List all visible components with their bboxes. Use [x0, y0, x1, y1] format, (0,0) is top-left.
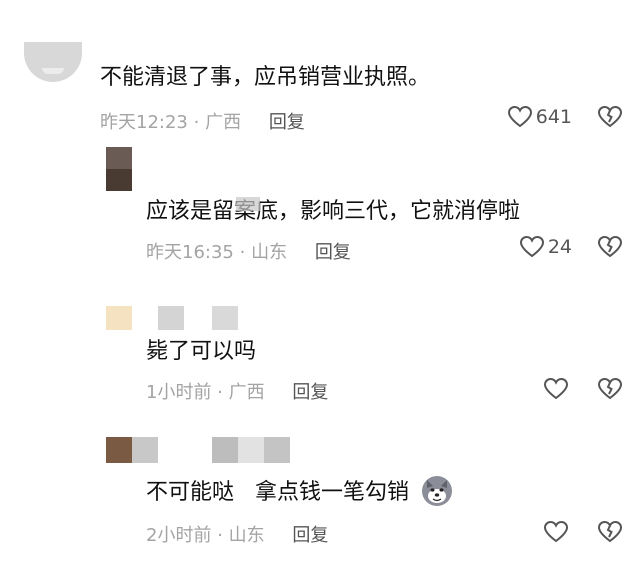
avatar[interactable] [106, 437, 132, 463]
comment-meta: 1小时前 · 广西 回复 [146, 378, 328, 404]
reply-button[interactable]: 回复 [315, 242, 351, 263]
avatar[interactable] [106, 147, 132, 169]
like-button[interactable]: 24 [519, 236, 572, 258]
comment-text-content: 不可能哒 拿点钱一笔勾销 [146, 480, 409, 505]
separator: · [193, 112, 200, 133]
avatar[interactable] [106, 306, 132, 330]
comment-time: 昨天16:35 [146, 242, 234, 263]
comment-meta: 2小时前 · 山东 回复 [146, 521, 328, 547]
heart-outline-icon [507, 106, 532, 128]
like-button[interactable]: 641 [507, 106, 572, 128]
blurred-username [238, 437, 264, 463]
blurred-username [132, 437, 158, 463]
blurred-mark [236, 197, 260, 211]
comment-text: 不能清退了事，应吊销营业执照。 [100, 65, 431, 90]
avatar-lower [106, 169, 132, 191]
blurred-username [158, 306, 184, 330]
comment-actions [544, 378, 622, 400]
comment-location: 山东 [251, 242, 288, 263]
like-count: 24 [547, 236, 572, 258]
comment-actions: 641 [507, 106, 622, 128]
like-button[interactable] [544, 521, 572, 543]
dog-face-emoji-icon [421, 476, 452, 506]
separator: · [217, 382, 223, 403]
broken-heart-icon[interactable] [598, 521, 622, 543]
comment-text: 毙了可以吗 [146, 339, 257, 364]
comment-actions [544, 521, 622, 543]
like-button[interactable] [544, 378, 572, 400]
comment-time: 2小时前 [146, 525, 212, 546]
heart-outline-icon [544, 521, 568, 543]
comment-location: 山东 [228, 525, 265, 546]
avatar[interactable] [24, 42, 82, 82]
comment-text: 不可能哒 拿点钱一笔勾销 [146, 476, 452, 508]
comment-location: 广西 [228, 382, 265, 403]
like-count: 641 [535, 106, 572, 128]
broken-heart-icon[interactable] [598, 106, 622, 128]
separator: · [217, 525, 223, 546]
comment-location: 广西 [205, 112, 242, 133]
broken-heart-icon[interactable] [598, 378, 622, 400]
comment-meta: 昨天12:23 · 广西 回复 [100, 108, 305, 134]
blurred-username [264, 437, 290, 463]
broken-heart-icon[interactable] [598, 236, 622, 258]
reply-button[interactable]: 回复 [269, 112, 305, 133]
comment-text: 应该是留案底，影响三代，它就消停啦 [146, 199, 521, 224]
blurred-username [212, 437, 238, 463]
heart-outline-icon [519, 236, 544, 258]
reply-button[interactable]: 回复 [292, 382, 328, 403]
comment-actions: 24 [519, 236, 622, 258]
separator: · [239, 242, 246, 263]
blurred-username [212, 306, 238, 330]
comment-meta: 昨天16:35 · 山东 回复 [146, 238, 351, 264]
comment-time: 昨天12:23 [100, 112, 188, 133]
reply-button[interactable]: 回复 [292, 525, 328, 546]
heart-outline-icon [544, 378, 568, 400]
comment-time: 1小时前 [146, 382, 212, 403]
